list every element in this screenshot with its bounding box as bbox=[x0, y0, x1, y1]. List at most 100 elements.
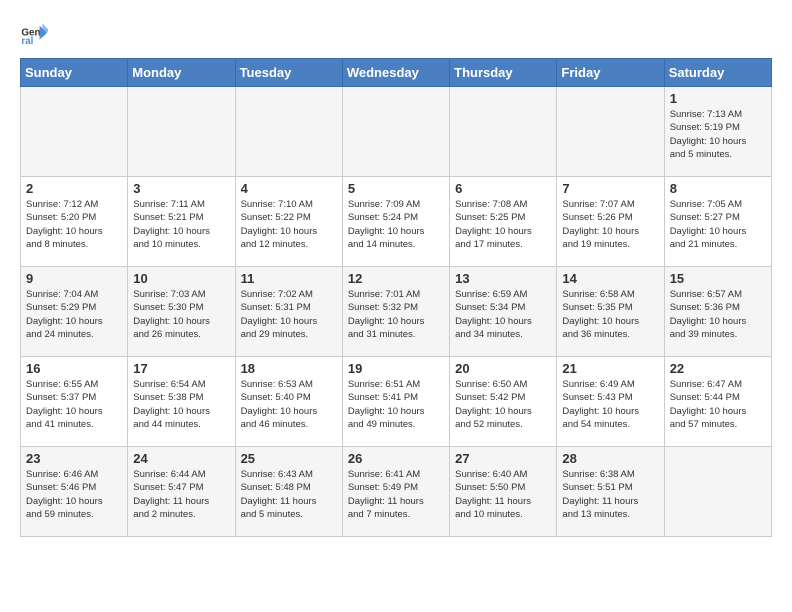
day-number: 3 bbox=[133, 181, 229, 196]
day-info: Sunrise: 6:51 AM Sunset: 5:41 PM Dayligh… bbox=[348, 378, 444, 431]
day-info: Sunrise: 6:53 AM Sunset: 5:40 PM Dayligh… bbox=[241, 378, 337, 431]
day-info: Sunrise: 6:54 AM Sunset: 5:38 PM Dayligh… bbox=[133, 378, 229, 431]
day-number: 28 bbox=[562, 451, 658, 466]
day-number: 7 bbox=[562, 181, 658, 196]
calendar-cell: 25 Sunrise: 6:43 AM Sunset: 5:48 PM Dayli… bbox=[235, 447, 342, 537]
day-number: 8 bbox=[670, 181, 766, 196]
day-info: Sunrise: 7:03 AM Sunset: 5:30 PM Dayligh… bbox=[133, 288, 229, 341]
calendar-cell: 19 Sunrise: 6:51 AM Sunset: 5:41 PM Dayli… bbox=[342, 357, 449, 447]
weekday-header-friday: Friday bbox=[557, 59, 664, 87]
calendar-cell: 4 Sunrise: 7:10 AM Sunset: 5:22 PM Daylig… bbox=[235, 177, 342, 267]
day-info: Sunrise: 7:12 AM Sunset: 5:20 PM Dayligh… bbox=[26, 198, 122, 251]
day-info: Sunrise: 6:57 AM Sunset: 5:36 PM Dayligh… bbox=[670, 288, 766, 341]
day-info: Sunrise: 6:46 AM Sunset: 5:46 PM Dayligh… bbox=[26, 468, 122, 521]
calendar-week-5: 23 Sunrise: 6:46 AM Sunset: 5:46 PM Dayli… bbox=[21, 447, 772, 537]
day-info: Sunrise: 6:38 AM Sunset: 5:51 PM Dayligh… bbox=[562, 468, 658, 521]
day-number: 13 bbox=[455, 271, 551, 286]
day-number: 15 bbox=[670, 271, 766, 286]
calendar-cell: 21 Sunrise: 6:49 AM Sunset: 5:43 PM Dayli… bbox=[557, 357, 664, 447]
calendar-cell: 23 Sunrise: 6:46 AM Sunset: 5:46 PM Dayli… bbox=[21, 447, 128, 537]
calendar-cell bbox=[664, 447, 771, 537]
day-number: 6 bbox=[455, 181, 551, 196]
calendar-cell bbox=[21, 87, 128, 177]
day-number: 19 bbox=[348, 361, 444, 376]
day-number: 16 bbox=[26, 361, 122, 376]
day-info: Sunrise: 6:43 AM Sunset: 5:48 PM Dayligh… bbox=[241, 468, 337, 521]
calendar-cell: 27 Sunrise: 6:40 AM Sunset: 5:50 PM Dayli… bbox=[450, 447, 557, 537]
day-number: 22 bbox=[670, 361, 766, 376]
day-number: 11 bbox=[241, 271, 337, 286]
day-info: Sunrise: 6:40 AM Sunset: 5:50 PM Dayligh… bbox=[455, 468, 551, 521]
calendar-cell: 13 Sunrise: 6:59 AM Sunset: 5:34 PM Dayli… bbox=[450, 267, 557, 357]
day-number: 9 bbox=[26, 271, 122, 286]
calendar-cell: 6 Sunrise: 7:08 AM Sunset: 5:25 PM Daylig… bbox=[450, 177, 557, 267]
day-number: 2 bbox=[26, 181, 122, 196]
weekday-header-saturday: Saturday bbox=[664, 59, 771, 87]
day-info: Sunrise: 7:05 AM Sunset: 5:27 PM Dayligh… bbox=[670, 198, 766, 251]
header: Gene ral bbox=[20, 20, 772, 48]
day-number: 14 bbox=[562, 271, 658, 286]
logo: Gene ral bbox=[20, 20, 50, 48]
day-number: 23 bbox=[26, 451, 122, 466]
day-info: Sunrise: 7:11 AM Sunset: 5:21 PM Dayligh… bbox=[133, 198, 229, 251]
day-info: Sunrise: 6:59 AM Sunset: 5:34 PM Dayligh… bbox=[455, 288, 551, 341]
weekday-header-monday: Monday bbox=[128, 59, 235, 87]
day-number: 1 bbox=[670, 91, 766, 106]
day-number: 10 bbox=[133, 271, 229, 286]
calendar-table: SundayMondayTuesdayWednesdayThursdayFrid… bbox=[20, 58, 772, 537]
day-info: Sunrise: 7:02 AM Sunset: 5:31 PM Dayligh… bbox=[241, 288, 337, 341]
day-number: 4 bbox=[241, 181, 337, 196]
calendar-cell: 24 Sunrise: 6:44 AM Sunset: 5:47 PM Dayli… bbox=[128, 447, 235, 537]
day-info: Sunrise: 6:58 AM Sunset: 5:35 PM Dayligh… bbox=[562, 288, 658, 341]
day-info: Sunrise: 7:08 AM Sunset: 5:25 PM Dayligh… bbox=[455, 198, 551, 251]
calendar-cell bbox=[235, 87, 342, 177]
calendar-cell: 26 Sunrise: 6:41 AM Sunset: 5:49 PM Dayli… bbox=[342, 447, 449, 537]
calendar-cell: 11 Sunrise: 7:02 AM Sunset: 5:31 PM Dayli… bbox=[235, 267, 342, 357]
calendar-week-2: 2 Sunrise: 7:12 AM Sunset: 5:20 PM Daylig… bbox=[21, 177, 772, 267]
calendar-cell: 10 Sunrise: 7:03 AM Sunset: 5:30 PM Dayli… bbox=[128, 267, 235, 357]
day-info: Sunrise: 7:01 AM Sunset: 5:32 PM Dayligh… bbox=[348, 288, 444, 341]
day-number: 24 bbox=[133, 451, 229, 466]
calendar-cell: 12 Sunrise: 7:01 AM Sunset: 5:32 PM Dayli… bbox=[342, 267, 449, 357]
weekday-header-wednesday: Wednesday bbox=[342, 59, 449, 87]
calendar-cell: 8 Sunrise: 7:05 AM Sunset: 5:27 PM Daylig… bbox=[664, 177, 771, 267]
weekday-header-thursday: Thursday bbox=[450, 59, 557, 87]
day-info: Sunrise: 7:10 AM Sunset: 5:22 PM Dayligh… bbox=[241, 198, 337, 251]
day-info: Sunrise: 6:49 AM Sunset: 5:43 PM Dayligh… bbox=[562, 378, 658, 431]
calendar-cell: 7 Sunrise: 7:07 AM Sunset: 5:26 PM Daylig… bbox=[557, 177, 664, 267]
calendar-cell: 14 Sunrise: 6:58 AM Sunset: 5:35 PM Dayli… bbox=[557, 267, 664, 357]
calendar-cell bbox=[557, 87, 664, 177]
day-number: 12 bbox=[348, 271, 444, 286]
day-info: Sunrise: 6:50 AM Sunset: 5:42 PM Dayligh… bbox=[455, 378, 551, 431]
day-number: 25 bbox=[241, 451, 337, 466]
calendar-cell: 15 Sunrise: 6:57 AM Sunset: 5:36 PM Dayli… bbox=[664, 267, 771, 357]
day-info: Sunrise: 7:07 AM Sunset: 5:26 PM Dayligh… bbox=[562, 198, 658, 251]
day-number: 26 bbox=[348, 451, 444, 466]
day-info: Sunrise: 7:09 AM Sunset: 5:24 PM Dayligh… bbox=[348, 198, 444, 251]
calendar-header: SundayMondayTuesdayWednesdayThursdayFrid… bbox=[21, 59, 772, 87]
calendar-cell bbox=[128, 87, 235, 177]
calendar-cell bbox=[450, 87, 557, 177]
calendar-cell: 22 Sunrise: 6:47 AM Sunset: 5:44 PM Dayli… bbox=[664, 357, 771, 447]
calendar-cell: 17 Sunrise: 6:54 AM Sunset: 5:38 PM Dayli… bbox=[128, 357, 235, 447]
svg-text:ral: ral bbox=[21, 36, 33, 47]
day-info: Sunrise: 6:41 AM Sunset: 5:49 PM Dayligh… bbox=[348, 468, 444, 521]
day-number: 27 bbox=[455, 451, 551, 466]
day-number: 5 bbox=[348, 181, 444, 196]
calendar-week-4: 16Sunrise: 6:55 AM Sunset: 5:37 PM Dayli… bbox=[21, 357, 772, 447]
day-number: 18 bbox=[241, 361, 337, 376]
day-number: 21 bbox=[562, 361, 658, 376]
calendar-cell: 28 Sunrise: 6:38 AM Sunset: 5:51 PM Dayli… bbox=[557, 447, 664, 537]
day-info: Sunrise: 7:04 AM Sunset: 5:29 PM Dayligh… bbox=[26, 288, 122, 341]
day-info: Sunrise: 6:44 AM Sunset: 5:47 PM Dayligh… bbox=[133, 468, 229, 521]
calendar-cell: 9 Sunrise: 7:04 AM Sunset: 5:29 PM Daylig… bbox=[21, 267, 128, 357]
calendar-cell: 20 Sunrise: 6:50 AM Sunset: 5:42 PM Dayli… bbox=[450, 357, 557, 447]
day-number: 20 bbox=[455, 361, 551, 376]
weekday-header-tuesday: Tuesday bbox=[235, 59, 342, 87]
day-info: Sunrise: 6:47 AM Sunset: 5:44 PM Dayligh… bbox=[670, 378, 766, 431]
weekday-header-row: SundayMondayTuesdayWednesdayThursdayFrid… bbox=[21, 59, 772, 87]
day-number: 17 bbox=[133, 361, 229, 376]
calendar-cell: 3 Sunrise: 7:11 AM Sunset: 5:21 PM Daylig… bbox=[128, 177, 235, 267]
calendar-cell: 2 Sunrise: 7:12 AM Sunset: 5:20 PM Daylig… bbox=[21, 177, 128, 267]
calendar-cell bbox=[342, 87, 449, 177]
